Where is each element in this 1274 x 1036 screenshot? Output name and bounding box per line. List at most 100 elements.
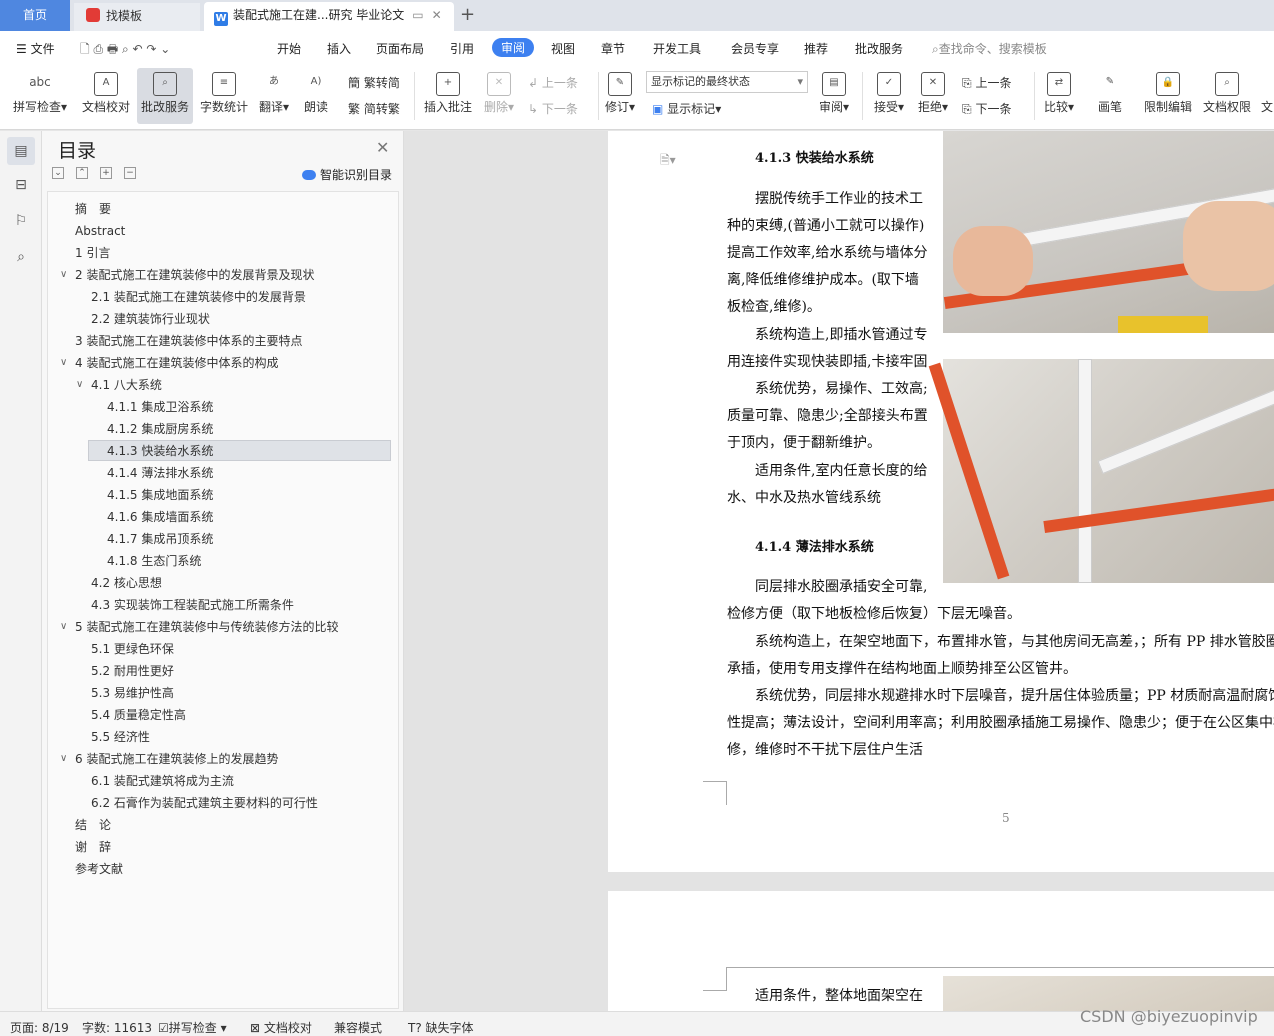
new-tab-icon[interactable]: + (460, 4, 475, 25)
chevron-down-icon[interactable]: ∨ (60, 753, 67, 764)
command-search[interactable]: ⌕查找命令、搜索模板 (932, 40, 1047, 57)
pen-button[interactable]: ✎ 画笔 (1092, 68, 1128, 124)
toc-item[interactable]: 2.2 建筑装饰行业现状 (91, 309, 210, 330)
add-level-icon[interactable]: + (100, 167, 112, 179)
doc-rights-button[interactable]: ⌕ 文档权限 (1199, 68, 1255, 124)
toc-item[interactable]: 参考文献 (75, 859, 123, 880)
prev-comment-button[interactable]: ↲ 上一条 (528, 74, 578, 91)
toc-item[interactable]: 4 装配式施工在建筑装修中体系的构成 (75, 353, 278, 374)
menu-start[interactable]: 开始 (277, 40, 301, 57)
word-count-status[interactable]: 字数: 11613 (82, 1019, 152, 1036)
toc-item[interactable]: 4.1.6 集成墙面系统 (107, 507, 213, 528)
toc-item[interactable]: 5.1 更绿色环保 (91, 639, 174, 660)
proof-status[interactable]: ⊠ 文档校对 (250, 1019, 312, 1036)
insert-comment-button[interactable]: + 插入批注 (422, 68, 474, 124)
chevron-down-icon[interactable]: ∨ (60, 269, 67, 280)
toc-item[interactable]: 4.1.7 集成吊顶系统 (107, 529, 213, 550)
prev-change-button[interactable]: ⎘ 上一条 (962, 74, 1011, 91)
tab-template[interactable]: 找模板 (74, 3, 200, 31)
toc-item[interactable]: 6.2 石膏作为装配式建筑主要材料的可行性 (91, 793, 318, 814)
simp-to-trad-label: 简转繁 (363, 102, 400, 116)
toc-item-selected[interactable]: 4.1.3 快装给水系统 (88, 440, 391, 461)
toc-item[interactable]: 5.2 耐用性更好 (91, 661, 174, 682)
close-icon[interactable]: ✕ (376, 138, 389, 157)
translate-button[interactable]: あ翻译▾ (255, 68, 293, 124)
toc-item[interactable]: 2.1 装配式施工在建筑装修中的发展背景 (91, 287, 306, 308)
find-icon[interactable]: ⌕ (11, 249, 31, 269)
page-indicator[interactable]: 页面: 8/19 (10, 1019, 69, 1036)
track-changes-button[interactable]: ✎ 修订▾ (602, 68, 638, 124)
toc-item[interactable]: 结 论 (75, 815, 111, 836)
toc-item[interactable]: 谢 辞 (75, 837, 111, 858)
spell-check-status[interactable]: ☑拼写检查 ▾ (158, 1019, 227, 1036)
menu-review[interactable]: 审阅 (492, 38, 535, 57)
toc-item[interactable]: 3 装配式施工在建筑装修中体系的主要特点 (75, 331, 302, 352)
toc-item[interactable]: 4.1.5 集成地面系统 (107, 485, 213, 506)
review-service-button[interactable]: ⌕ 批改服务 (137, 68, 193, 124)
toc-item[interactable]: 4.1.2 集成厨房系统 (107, 419, 213, 440)
toc-item[interactable]: 5 装配式施工在建筑装修中与传统装修方法的比较 (75, 617, 338, 638)
document-canvas[interactable]: 🗎▾ 4.1.3 快装给水系统 摆脱传统手工作业的技术工 种的束缚,(普通小工就… (404, 131, 1274, 1011)
menu-member[interactable]: 会员专享 (731, 40, 779, 57)
review-pane-button[interactable]: ▤ 审阅▾ (814, 68, 854, 124)
accept-button[interactable]: ✓ 接受▾ (870, 68, 908, 124)
word-count-button[interactable]: ≡ 字数统计 (198, 68, 250, 124)
reject-button[interactable]: ✕ 拒绝▾ (914, 68, 952, 124)
menu-developer[interactable]: 开发工具 (653, 40, 701, 57)
tab-document[interactable]: W 装配式施工在建...研究 毕业论文 ▭ ✕ (204, 2, 454, 31)
menu-layout[interactable]: 页面布局 (376, 40, 424, 57)
tab-pin-icon[interactable]: ▭ (412, 8, 423, 22)
tab-close-icon[interactable]: ✕ (432, 8, 442, 22)
more-ribbon-button[interactable]: 文 (1260, 68, 1274, 124)
paragraph-menu-icon[interactable]: 🗎▾ (660, 151, 676, 172)
restrict-edit-button[interactable]: 🔒 限制编辑 (1140, 68, 1196, 124)
toc-item[interactable]: 5.5 经济性 (91, 727, 150, 748)
doc-proof-button[interactable]: A 文档校对 (78, 68, 134, 124)
toc-item[interactable]: 4.1.8 生态门系统 (107, 551, 201, 572)
show-marks-button[interactable]: ▣ 显示标记▾ (652, 100, 721, 117)
toc-item[interactable]: 5.4 质量稳定性高 (91, 705, 186, 726)
compat-mode-status[interactable]: 兼容模式 (334, 1019, 382, 1036)
spell-check-button[interactable]: abc 拼写检查▾ (8, 68, 72, 124)
toc-item[interactable]: 6 装配式施工在建筑装修上的发展趋势 (75, 749, 278, 770)
expand-up-icon[interactable]: ⌃ (76, 167, 88, 179)
menu-insert[interactable]: 插入 (327, 40, 351, 57)
trad-to-simp-button[interactable]: 簡 繁转简 (348, 74, 400, 91)
smart-toc-button[interactable]: 智能识别目录 (302, 166, 392, 183)
toc-item[interactable]: 4.1 八大系统 (91, 375, 162, 396)
toc-item[interactable]: Abstract (75, 221, 125, 242)
toc-item[interactable]: 6.1 装配式建筑将成为主流 (91, 771, 234, 792)
toc-panel-icon[interactable]: ▤ (7, 137, 35, 165)
next-change-button[interactable]: ⎘ 下一条 (962, 100, 1011, 117)
missing-font-status[interactable]: T? 缺失字体 (408, 1019, 474, 1036)
tab-home[interactable]: 首页 (0, 0, 70, 31)
file-menu[interactable]: ☰ 文件 (16, 40, 55, 57)
chevron-down-icon[interactable]: ∨ (60, 621, 67, 632)
simp-to-trad-button[interactable]: 繁 简转繁 (348, 100, 400, 117)
toc-item[interactable]: 1 引言 (75, 243, 110, 264)
menu-correction[interactable]: 批改服务 (855, 40, 903, 57)
toc-item[interactable]: 2 装配式施工在建筑装修中的发展背景及现状 (75, 265, 314, 286)
toc-item[interactable]: 4.2 核心思想 (91, 573, 162, 594)
remove-level-icon[interactable]: − (124, 167, 136, 179)
toc-item[interactable]: 4.1.4 薄法排水系统 (107, 463, 213, 484)
chevron-down-icon[interactable]: ∨ (76, 379, 83, 390)
outline-icon[interactable]: ⊟ (11, 177, 31, 197)
quick-access-icons[interactable]: 🗋 ⎙ 🖶 ⌕ ↶ ↷ ⌄ (80, 40, 170, 61)
toc-item[interactable]: 5.3 易维护性高 (91, 683, 174, 704)
menu-view[interactable]: 视图 (551, 40, 575, 57)
display-state-select[interactable]: 显示标记的最终状态 ▾ (646, 71, 808, 93)
compare-button[interactable]: ⇄ 比较▾ (1040, 68, 1078, 124)
read-aloud-button[interactable]: A) 朗读 (298, 68, 334, 124)
menu-recommend[interactable]: 推荐 (804, 40, 828, 57)
bookmark-icon[interactable]: ⚐ (11, 213, 31, 233)
toc-item[interactable]: 摘 要 (75, 199, 111, 220)
collapse-all-icon[interactable]: ⌄ (52, 167, 64, 179)
toc-item[interactable]: 4.3 实现装饰工程装配式施工所需条件 (91, 595, 294, 616)
next-comment-button[interactable]: ↳ 下一条 (528, 100, 578, 117)
menu-reference[interactable]: 引用 (450, 40, 474, 57)
delete-comment-button[interactable]: ✕ 删除▾ (480, 68, 518, 124)
toc-item[interactable]: 4.1.1 集成卫浴系统 (107, 397, 213, 418)
menu-chapter[interactable]: 章节 (601, 40, 625, 57)
chevron-down-icon[interactable]: ∨ (60, 357, 67, 368)
